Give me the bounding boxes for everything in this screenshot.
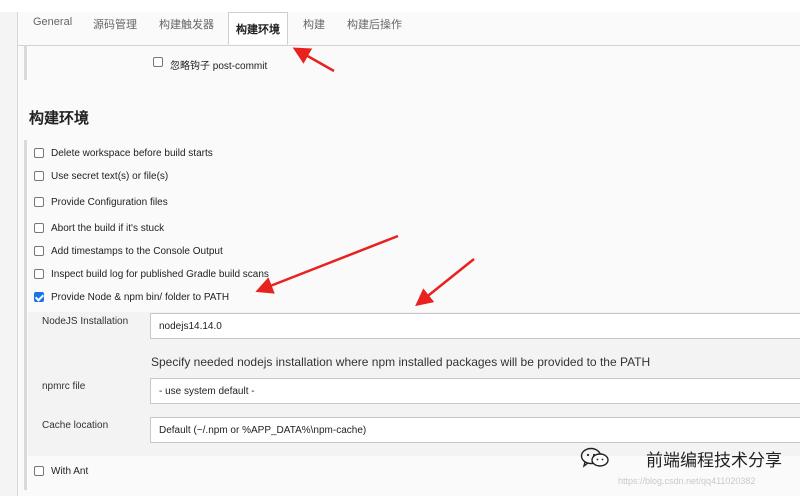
with-ant-checkbox[interactable] [34, 466, 44, 476]
section-indent-bar [24, 140, 27, 490]
tab-build[interactable]: 构建 [303, 16, 325, 32]
npmrc-select[interactable]: - use system default - [150, 378, 800, 404]
abort-stuck-checkbox[interactable] [34, 223, 44, 233]
config-files-label: Provide Configuration files [51, 197, 168, 208]
npmrc-label: npmrc file [42, 381, 86, 392]
tab-post-build[interactable]: 构建后操作 [347, 16, 402, 32]
timestamps-checkbox[interactable] [34, 246, 44, 256]
tab-build-environment[interactable]: 构建环境 [228, 12, 288, 45]
node-installation-help: Specify needed nodejs installation where… [151, 355, 651, 369]
tab-general[interactable]: General [33, 16, 72, 28]
config-files-checkbox[interactable] [34, 197, 44, 207]
node-installation-select[interactable]: nodejs14.14.0 [150, 313, 800, 339]
wechat-icon [580, 447, 609, 468]
provide-node-label: Provide Node & npm bin/ folder to PATH [51, 292, 230, 303]
secret-text-checkbox[interactable] [34, 171, 44, 181]
ignore-post-commit-checkbox[interactable] [153, 57, 163, 67]
tab-source-code[interactable]: 源码管理 [93, 16, 137, 32]
top-strip [0, 0, 800, 12]
gradle-scans-checkbox[interactable] [34, 269, 44, 279]
secret-text-label: Use secret text(s) or file(s) [51, 171, 169, 182]
delete-workspace-label: Delete workspace before build starts [51, 148, 213, 159]
node-installation-label: NodeJS Installation [42, 316, 129, 327]
cache-location-select[interactable]: Default (~/.npm or %APP_DATA%\npm-cache) [150, 417, 800, 443]
jenkins-config-page: General 源码管理 构建触发器 构建环境 构建 构建后操作 忽略钩子 po… [0, 0, 800, 496]
cache-location-label: Cache location [42, 420, 109, 431]
timestamps-label: Add timestamps to the Console Output [51, 246, 223, 257]
provide-node-checkbox[interactable] [34, 292, 44, 302]
abort-stuck-label: Abort the build if it's stuck [51, 223, 165, 234]
watermark-text: 前端编程技术分享 [646, 451, 782, 470]
section-title: 构建环境 [29, 110, 90, 127]
with-ant-label: With Ant [51, 466, 89, 477]
tab-build-triggers[interactable]: 构建触发器 [159, 16, 214, 32]
gradle-scans-label: Inspect build log for published Gradle b… [51, 269, 269, 280]
delete-workspace-checkbox[interactable] [34, 148, 44, 158]
watermark-url: https://blog.csdn.net/qq411020382 [618, 476, 756, 486]
ignore-post-commit-label: 忽略钩子 post-commit [170, 61, 268, 72]
section-indent-bar [24, 45, 27, 80]
